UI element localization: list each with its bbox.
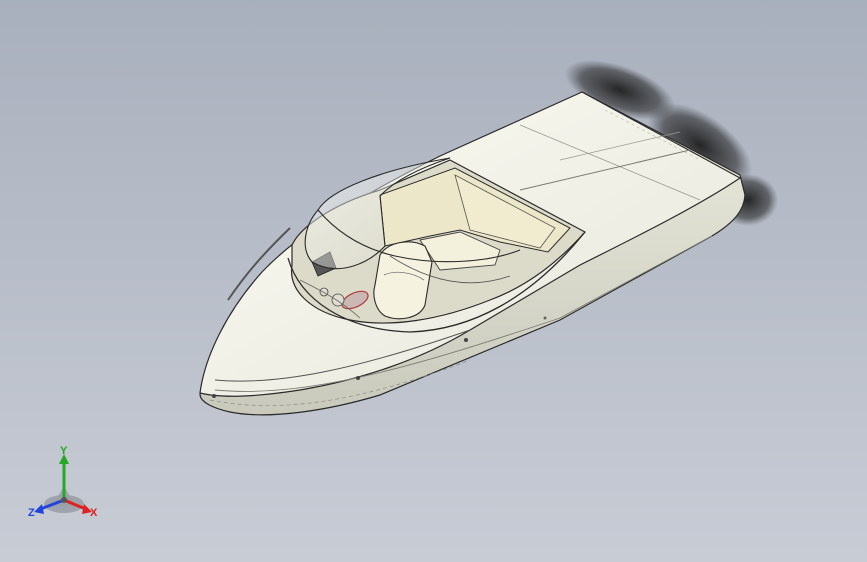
- graphics-viewport[interactable]: Y X Z: [0, 0, 867, 562]
- axis-triad-icon: Y X Z: [28, 446, 98, 519]
- triad-x-label: X: [90, 507, 98, 519]
- boat-model[interactable]: [0, 0, 867, 562]
- triad-z-label: Z: [28, 507, 35, 519]
- triad-y-label: Y: [60, 446, 68, 457]
